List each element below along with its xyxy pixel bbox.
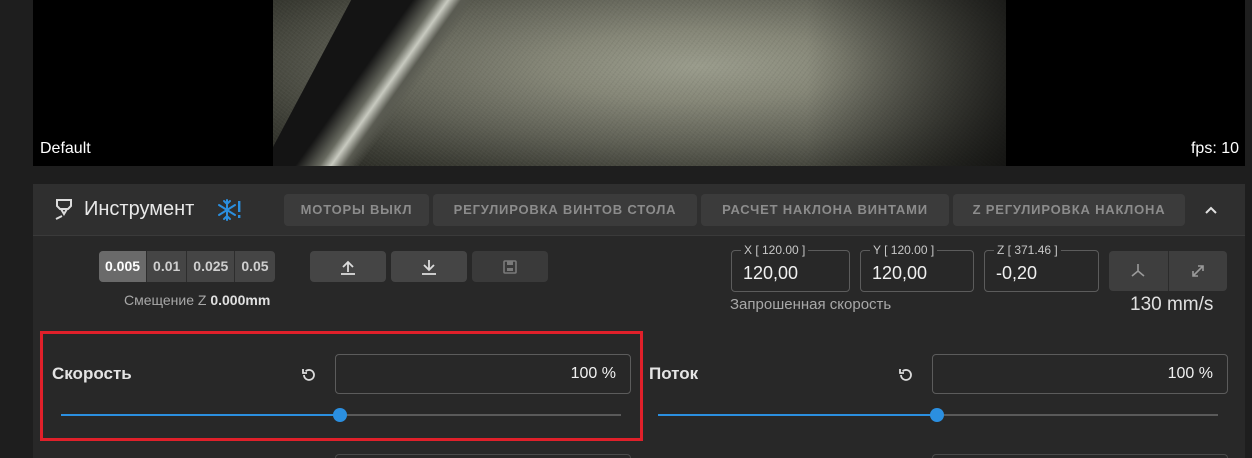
absolute-mode-button[interactable] [1109,251,1168,291]
arrow-down-bar-icon [422,260,436,275]
diagonal-arrow-icon [1191,265,1204,277]
z-offset-readout: Смещение Z 0.000mm [124,292,270,308]
axes-icon [1131,264,1145,277]
page: Default fps: 10 Инструмент МОТОРЫ ВЫКЛ Р… [0,0,1252,458]
y-position-field[interactable]: Y [ 120.00 ] 120,00 [860,243,974,292]
x-position-label: X [ 120.00 ] [741,243,809,257]
flow-factor-label: Поток [649,364,699,383]
webcam-fps: fps: 10 [1190,140,1239,157]
x-position-value[interactable]: 120,00 [743,263,798,284]
next-row-input[interactable] [335,454,631,458]
flow-factor-input[interactable]: 100 % [932,354,1228,394]
z-offset-up-button[interactable] [310,251,386,282]
flow-factor-slider-thumb[interactable] [930,408,944,422]
save-icon [503,260,517,274]
y-position-value[interactable]: 120,00 [872,263,927,284]
y-position-label: Y [ 120.00 ] [870,243,938,257]
next-row-input[interactable] [932,454,1228,458]
requested-speed-value: 130 mm/s [1130,294,1214,315]
requested-speed-label: Запрошенная скорость [730,296,892,313]
step-0.05[interactable]: 0.05 [235,251,274,282]
screws-tilt-calculate-button[interactable]: РАСЧЕТ НАКЛОНА ВИНТАМИ [701,194,949,226]
highlight-box [40,331,643,441]
z-offset-down-button[interactable] [391,251,467,282]
arrow-up-bar-icon [341,260,355,275]
webcam-view: Default fps: 10 [33,0,1245,166]
nozzle-icon [55,199,72,220]
webcam-name: Default [40,140,91,157]
x-position-field[interactable]: X [ 120.00 ] 120,00 [731,243,850,292]
z-position-field[interactable]: Z [ 371.46 ] -0,20 [984,243,1099,292]
z-offset-step-group: 0.005 0.01 0.025 0.05 [99,251,275,282]
step-0.025[interactable]: 0.025 [187,251,236,282]
relative-mode-button[interactable] [1167,251,1228,291]
move-mode-toggle [1109,251,1227,291]
z-offset-label: Смещение Z [124,292,207,308]
snowflake-warning-icon[interactable] [216,197,242,223]
toolhead-panel-header: Инструмент МОТОРЫ ВЫКЛ РЕГУЛИРОВКА ВИНТО… [33,184,1245,236]
z-offset-value: 0.000mm [210,292,271,308]
z-position-label: Z [ 371.46 ] [994,243,1061,257]
chevron-up-icon[interactable] [1195,194,1227,226]
reset-icon[interactable] [896,365,916,385]
motors-off-button[interactable]: МОТОРЫ ВЫКЛ [284,194,429,226]
bed-screws-adjust-button[interactable]: РЕГУЛИРОВКА ВИНТОВ СТОЛА [433,194,697,226]
z-offset-save-button[interactable] [472,251,548,282]
step-0.01[interactable]: 0.01 [147,251,188,282]
toolhead-title: Инструмент [84,198,195,220]
step-0.005[interactable]: 0.005 [99,251,148,282]
z-position-value[interactable]: -0,20 [996,263,1037,284]
flow-factor-slider-fill [658,414,937,416]
z-tilt-adjust-button[interactable]: Z РЕГУЛИРОВКА НАКЛОНА [953,194,1185,226]
webcam-image [273,0,1006,166]
